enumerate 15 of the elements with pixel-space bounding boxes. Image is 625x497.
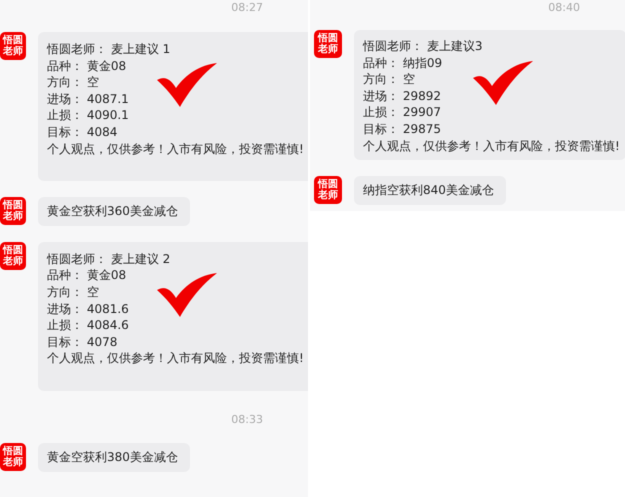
avatar[interactable]: 悟圆 老师	[0, 32, 26, 60]
message-bubble: 黄金空获利380美金减仓	[38, 442, 190, 472]
avatar[interactable]: 悟圆 老师	[0, 442, 26, 471]
timestamp: 08:33	[231, 412, 263, 427]
timestamp: 08:40	[548, 1, 580, 15]
avatar[interactable]: 悟圆 老师	[0, 197, 26, 226]
avatar[interactable]: 悟圆 老师	[314, 30, 342, 58]
message-bubble: 悟圆老师： 麦上建议 2 品种： 黄金08 方向： 空 进场： 4081.6 止损： 4084.6 目标： 4078 个人观点，仅供参考！入市有风险，投资需谨慎!	[38, 242, 308, 391]
message-bubble: 悟圆老师： 麦上建议 1 品种： 黄金08 方向： 空 进场： 4087.1 止损： 4090.1 目标： 4084 个人观点，仅供参考！入市有风险，投资需谨慎!	[38, 32, 308, 182]
avatar[interactable]: 悟圆 老师	[0, 242, 26, 270]
message-bubble: 悟圆老师： 麦上建议3 品种： 纳指09 方向： 空 进场： 29892 止损： 29907 目标： 29875 个人观点，仅供参考！入市有风险，投资需谨慎!	[354, 30, 625, 160]
avatar[interactable]: 悟圆 老师	[314, 176, 342, 204]
timestamp: 08:27	[231, 1, 263, 15]
message-bubble: 黄金空获利360美金减仓	[38, 197, 190, 226]
message-bubble: 纳指空获利840美金减仓	[354, 176, 506, 205]
